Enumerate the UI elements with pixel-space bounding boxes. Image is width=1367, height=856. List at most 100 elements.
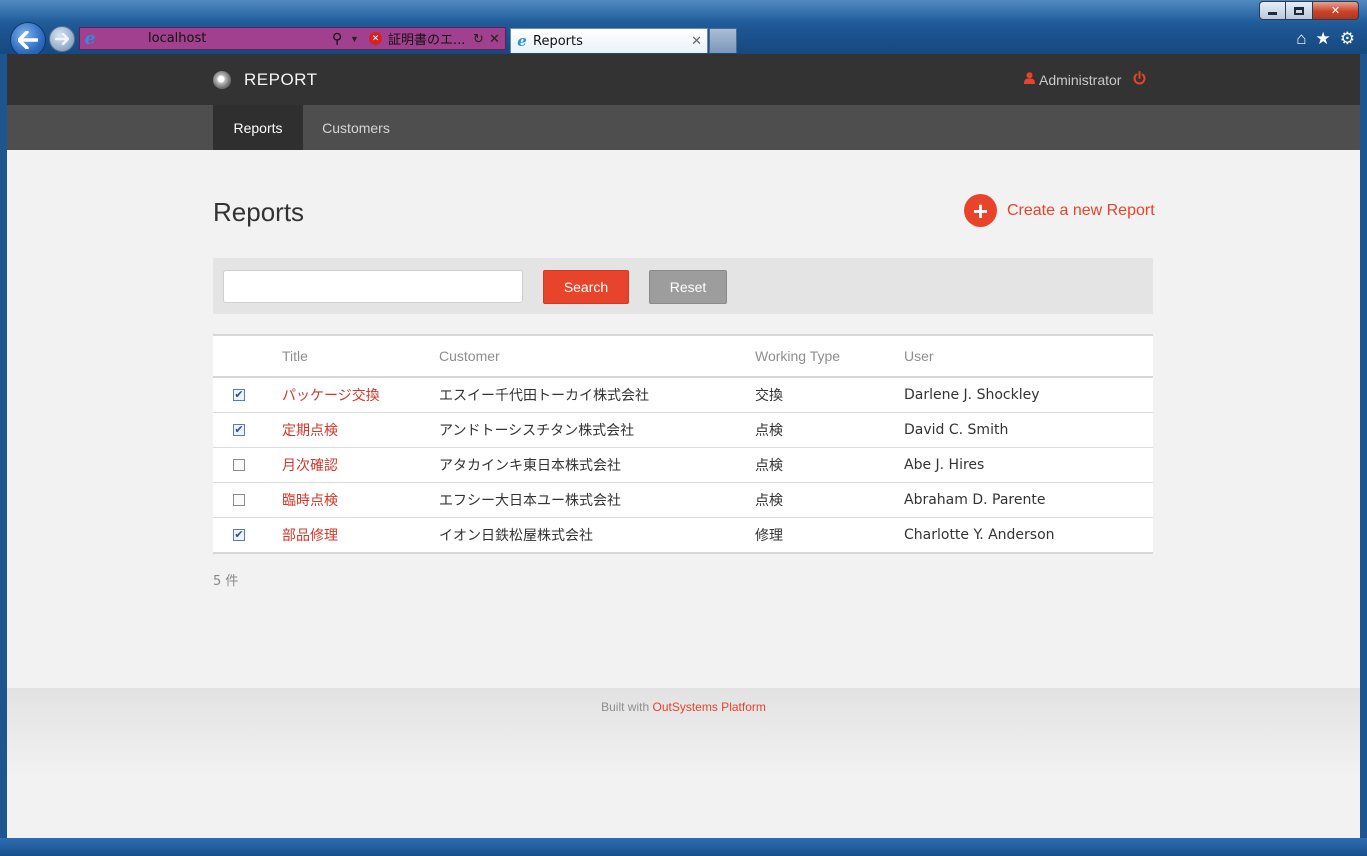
row-title-cell: パッケージ交換 [282, 377, 439, 413]
footer-text: Built with OutSystems Platform [7, 700, 1360, 714]
row-title-link[interactable]: 月次確認 [282, 458, 338, 474]
brand[interactable]: REPORT [213, 54, 318, 105]
row-customer: エスイー千代田トーカイ株式会社 [439, 377, 755, 413]
row-select-cell: ✔ [213, 517, 282, 552]
row-working-type: 点検 [755, 482, 904, 518]
back-button[interactable] [10, 22, 46, 58]
browser-tab[interactable]: e Reports ✕ [510, 28, 708, 53]
row-user: Abraham D. Parente [904, 482, 1153, 518]
row-title-link[interactable]: パッケージ交換 [282, 388, 380, 404]
row-working-type: 修理 [755, 527, 783, 544]
maximize-button[interactable] [1286, 1, 1313, 20]
row-customer: イオン日鉄松屋株式会社 [439, 527, 593, 544]
row-title-link[interactable]: 部品修理 [282, 528, 338, 544]
close-window-button[interactable]: ✕ [1313, 1, 1359, 20]
close-icon: ✕ [1330, 5, 1341, 17]
logout-power-icon[interactable] [1133, 70, 1146, 89]
user-icon [1024, 72, 1035, 87]
row-working-type: 点検 [755, 412, 904, 448]
row-title-cell: 月次確認 [282, 447, 439, 483]
menu-item-reports[interactable]: Reports [213, 105, 303, 150]
maximize-icon [1294, 6, 1304, 15]
window-frame-left [0, 54, 7, 838]
browser-toolbar-icons: ⌂ ★ ⚙ [1296, 29, 1355, 49]
address-dropdown-icon[interactable]: ▼ [350, 34, 359, 44]
search-button[interactable]: Search [543, 270, 629, 304]
row-checkbox[interactable]: ✔ [233, 528, 245, 541]
tab-title: Reports [533, 33, 583, 49]
ie-logo-icon: e [84, 28, 96, 49]
row-select-cell [213, 482, 282, 518]
forward-arrow-icon [55, 33, 69, 45]
address-search-icon[interactable]: ⚲ [332, 30, 342, 47]
row-title-link[interactable]: 臨時点検 [282, 493, 338, 509]
row-title-cell: 臨時点検 [282, 482, 439, 518]
row-customer: アタカインキ東日本株式会社 [439, 447, 755, 483]
row-title-cell: 定期点検 [282, 412, 439, 448]
stop-icon[interactable]: ✕ [489, 31, 500, 47]
row-checkbox[interactable] [233, 458, 245, 471]
header-user[interactable]: User [904, 336, 1153, 378]
main-menu: Reports Customers [7, 105, 1360, 150]
row-select-cell: ✔ [213, 412, 282, 448]
address-url[interactable]: localhost [148, 31, 206, 46]
footer: Built with OutSystems Platform [7, 688, 1360, 838]
row-checkbox[interactable]: ✔ [233, 423, 245, 436]
back-arrow-icon [18, 31, 38, 49]
brand-text: REPORT [244, 69, 318, 89]
row-user: Abe J. Hires [904, 447, 1153, 483]
page-viewport: REPORT Administrator Reports Customers R… [7, 54, 1360, 838]
row-working-type: 交換 [755, 377, 904, 413]
cert-error-icon[interactable]: ✕ [369, 32, 382, 45]
tab-close-icon[interactable]: ✕ [691, 33, 702, 49]
footer-platform-link[interactable]: OutSystems Platform [653, 700, 766, 714]
header-select [213, 336, 282, 378]
reset-button[interactable]: Reset [649, 270, 727, 304]
create-new-report-label[interactable]: Create a new Report [1007, 202, 1155, 220]
header-working-type[interactable]: Working Type [755, 336, 904, 378]
window-controls: ✕ [1259, 1, 1359, 20]
table-row: ✔ 定期点検 アンドトーシスチタン株式会社 点検 David C. Smith [213, 412, 1153, 448]
favorites-star-icon[interactable]: ★ [1316, 29, 1331, 49]
settings-gear-icon[interactable]: ⚙ [1340, 29, 1355, 49]
row-checkbox[interactable] [233, 493, 245, 506]
table-header-row: Title Customer Working Type User [213, 336, 1153, 378]
table-row: 月次確認 アタカインキ東日本株式会社 点検 Abe J. Hires [213, 447, 1153, 483]
row-customer: アンドトーシスチタン株式会社 [439, 412, 755, 448]
menu-item-customers[interactable]: Customers [303, 105, 409, 150]
header-customer[interactable]: Customer [439, 336, 755, 378]
create-new-report-link[interactable]: + Create a new Report [964, 194, 1155, 227]
table-row: ✔ パッケージ交換 エスイー千代田トーカイ株式会社 交換 Darlene J. Shoc… [213, 377, 1153, 413]
reports-table: Title Customer Working Type User ✔ パッケージ交… [213, 334, 1153, 554]
browser-chrome: ✕ e localhost ⚲ ▼ ✕ 証明書のエ... ↻ ✕ e Repor… [0, 0, 1367, 58]
minimize-button[interactable] [1259, 1, 1286, 20]
header-title[interactable]: Title [282, 336, 439, 378]
row-working-type: 点検 [755, 447, 904, 483]
user-name[interactable]: Administrator [1039, 72, 1121, 88]
table-row: 臨時点検 エフシー大日本ユー株式会社 点検 Abraham D. Parente [213, 482, 1153, 518]
user-menu[interactable]: Administrator [1024, 54, 1146, 105]
forward-button[interactable] [49, 26, 75, 52]
tab-ie-icon: e [517, 32, 527, 50]
row-title-link[interactable]: 定期点検 [282, 423, 338, 439]
address-bar[interactable]: e localhost ⚲ ▼ ✕ 証明書のエ... ↻ ✕ [79, 27, 506, 50]
plus-circle-icon[interactable]: + [964, 194, 997, 227]
app-header: REPORT Administrator [7, 54, 1360, 105]
new-tab-button[interactable] [709, 28, 737, 53]
search-input[interactable] [223, 270, 523, 303]
row-user: Darlene J. Shockley [904, 377, 1153, 413]
minimize-icon [1268, 12, 1277, 15]
record-count: 5 件 [213, 574, 239, 589]
app-logo-icon [213, 70, 231, 89]
window-frame-bottom [0, 838, 1367, 856]
row-select-cell: ✔ [213, 377, 282, 413]
refresh-icon[interactable]: ↻ [473, 31, 484, 47]
page-title: Reports [213, 197, 305, 227]
row-checkbox[interactable]: ✔ [233, 388, 245, 401]
row-user: Charlotte Y. Anderson [904, 526, 1055, 543]
row-select-cell [213, 447, 282, 483]
cert-error-text[interactable]: 証明書のエ... [388, 29, 465, 48]
row-user: David C. Smith [904, 412, 1153, 448]
footer-prefix: Built with [601, 700, 650, 714]
home-icon[interactable]: ⌂ [1296, 29, 1306, 49]
